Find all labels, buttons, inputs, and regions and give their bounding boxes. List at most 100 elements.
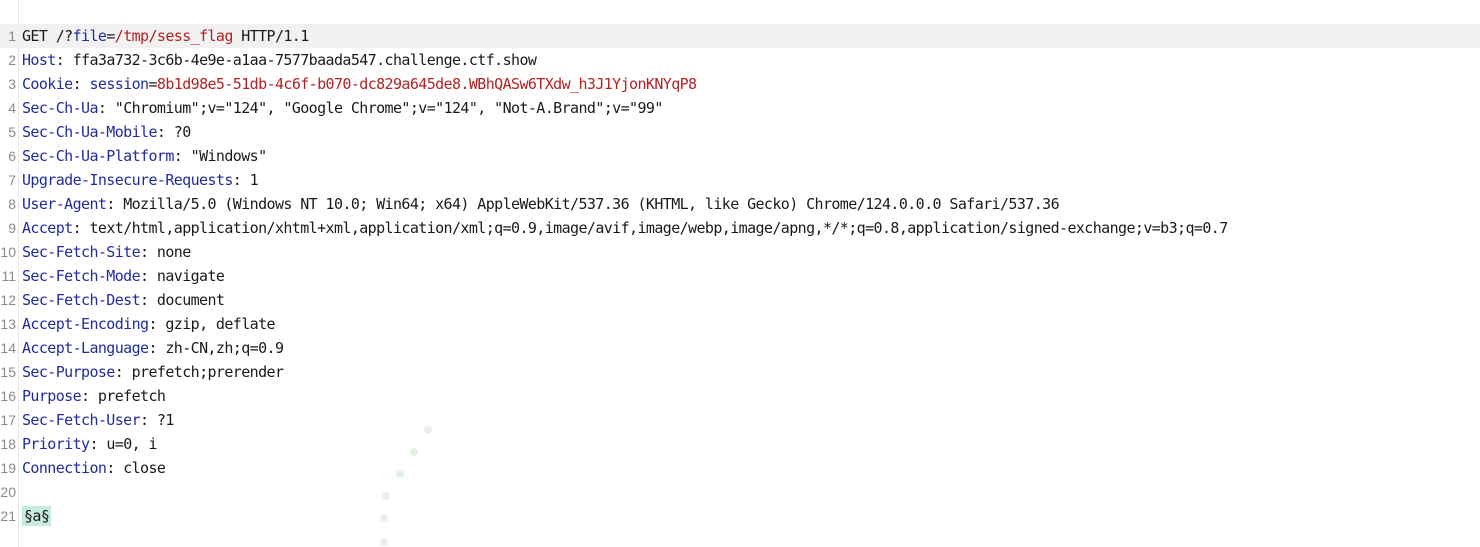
faint-dot: [396, 470, 404, 478]
line-number-text: 5: [8, 124, 16, 140]
request-line[interactable]: 4 Sec-Ch-Ua: "Chromium";v="124", "Google …: [0, 96, 1480, 120]
header-value: navigate: [156, 267, 225, 285]
line-number-text: 14: [0, 340, 16, 356]
line-content[interactable]: §a§: [22, 504, 52, 528]
line-number-text: 10: [0, 244, 16, 260]
line-content[interactable]: Cookie: session=8b1d98e5-51db-4c6f-b070-…: [22, 72, 697, 96]
faint-dot: [380, 514, 388, 522]
request-line[interactable]: 20: [0, 480, 1480, 504]
line-number: 8: [0, 192, 16, 216]
line-content[interactable]: Purpose: prefetch: [22, 384, 166, 408]
line-content[interactable]: Sec-Fetch-Dest: document: [22, 288, 225, 312]
header-separator: :: [72, 75, 90, 93]
line-number: 3: [0, 72, 16, 96]
request-line[interactable]: 3 Cookie: session=8b1d98e5-51db-4c6f-b070…: [0, 72, 1480, 96]
header-separator: :: [140, 291, 157, 309]
line-number-text: 13: [0, 316, 16, 332]
header-separator: :: [140, 411, 157, 429]
request-line[interactable]: 8 User-Agent: Mozilla/5.0 (Windows NT 10.…: [0, 192, 1480, 216]
request-line[interactable]: 9 Accept: text/html,application/xhtml+xml…: [0, 216, 1480, 240]
line-content[interactable]: Accept-Encoding: gzip, deflate: [22, 312, 276, 336]
header-name: Sec-Ch-Ua-Platform: [22, 147, 174, 165]
line-number-text: 16: [0, 388, 16, 404]
header-separator: :: [114, 363, 132, 381]
request-line[interactable]: 19 Connection: close: [0, 456, 1480, 480]
header-name: Sec-Fetch-Mode: [22, 267, 141, 285]
line-number-text: 18: [0, 436, 16, 452]
line-content[interactable]: Sec-Ch-Ua-Platform: "Windows": [22, 144, 267, 168]
line-content[interactable]: Sec-Fetch-User: ?1: [22, 408, 174, 432]
line-number-text: 19: [0, 460, 16, 476]
line-number: 12: [0, 288, 16, 312]
line-number-text: 4: [8, 100, 16, 116]
line-number-text: 15: [0, 364, 16, 380]
header-name: User-Agent: [22, 195, 107, 213]
header-value: GET /?: [22, 27, 73, 45]
request-line[interactable]: 2 Host: ffa3a732-3c6b-4e9e-a1aa-7577baada…: [0, 48, 1480, 72]
line-content[interactable]: Priority: u=0, i: [22, 432, 158, 456]
line-number-text: 1: [8, 28, 16, 44]
request-line[interactable]: 11 Sec-Fetch-Mode: navigate: [0, 264, 1480, 288]
line-number: 17: [0, 408, 16, 432]
request-line[interactable]: 10 Sec-Fetch-Site: none: [0, 240, 1480, 264]
faint-dot: [380, 538, 388, 546]
request-line[interactable]: 16 Purpose: prefetch: [0, 384, 1480, 408]
header-name: Accept-Language: [22, 339, 149, 357]
line-number-text: 2: [8, 52, 16, 68]
header-value: u=0, i: [106, 435, 157, 453]
line-content[interactable]: Sec-Ch-Ua-Mobile: ?0: [22, 120, 191, 144]
line-content[interactable]: Sec-Fetch-Mode: navigate: [22, 264, 225, 288]
payload-position-marker[interactable]: §a§: [22, 506, 52, 526]
line-number: 10: [0, 240, 16, 264]
line-content[interactable]: Upgrade-Insecure-Requests: 1: [22, 168, 259, 192]
line-number: 9: [0, 216, 16, 240]
line-content[interactable]: Sec-Fetch-Site: none: [22, 240, 191, 264]
request-line[interactable]: 14 Accept-Language: zh-CN,zh;q=0.9: [0, 336, 1480, 360]
request-line[interactable]: 21 §a§: [0, 504, 1480, 528]
header-name: Sec-Purpose: [22, 363, 115, 381]
request-line[interactable]: 6 Sec-Ch-Ua-Platform: "Windows": [0, 144, 1480, 168]
request-line[interactable]: 13 Accept-Encoding: gzip, deflate: [0, 312, 1480, 336]
request-line[interactable]: 5 Sec-Ch-Ua-Mobile: ?0: [0, 120, 1480, 144]
request-line[interactable]: 12 Sec-Fetch-Dest: document: [0, 288, 1480, 312]
line-number: 21: [0, 504, 16, 528]
header-value: gzip, deflate: [165, 315, 275, 333]
header-separator: :: [148, 315, 166, 333]
http-request-editor[interactable]: 1 GET /?file=/tmp/sess_flag HTTP/1.1 2 Host…: [0, 0, 1480, 547]
request-line[interactable]: 7 Upgrade-Insecure-Requests: 1: [0, 168, 1480, 192]
line-number-text: 9: [8, 220, 16, 236]
header-value: "Windows": [190, 147, 267, 165]
line-content[interactable]: Accept: text/html,application/xhtml+xml,…: [22, 216, 1228, 240]
header-name: Cookie: [22, 75, 73, 93]
header-value: prefetch;prerender: [131, 363, 284, 381]
header-name: Priority: [22, 435, 90, 453]
line-number-text: 3: [8, 76, 16, 92]
faint-dot: [424, 426, 432, 434]
line-content[interactable]: Connection: close: [22, 456, 166, 480]
line-content[interactable]: Sec-Purpose: prefetch;prerender: [22, 360, 284, 384]
request-line[interactable]: 17 Sec-Fetch-User: ?1: [0, 408, 1480, 432]
line-content[interactable]: Sec-Ch-Ua: "Chromium";v="124", "Google C…: [22, 96, 663, 120]
line-content[interactable]: User-Agent: Mozilla/5.0 (Windows NT 10.0…: [22, 192, 1060, 216]
line-number: 6: [0, 144, 16, 168]
header-name: Sec-Ch-Ua-Mobile: [22, 123, 158, 141]
line-number: 20: [0, 480, 16, 504]
line-content[interactable]: Host: ffa3a732-3c6b-4e9e-a1aa-7577baada5…: [22, 48, 537, 72]
header-separator: :: [106, 195, 124, 213]
request-line[interactable]: 18 Priority: u=0, i: [0, 432, 1480, 456]
line-number-text: 6: [8, 148, 16, 164]
request-line[interactable]: 1 GET /?file=/tmp/sess_flag HTTP/1.1: [0, 24, 1480, 48]
line-content[interactable]: Accept-Language: zh-CN,zh;q=0.9: [22, 336, 284, 360]
line-content[interactable]: GET /?file=/tmp/sess_flag HTTP/1.1: [22, 24, 309, 48]
request-line[interactable]: 15 Sec-Purpose: prefetch;prerender: [0, 360, 1480, 384]
line-number-text: 8: [8, 196, 16, 212]
header-value: =: [148, 75, 157, 93]
parameter-name: file: [72, 27, 107, 45]
header-value: ffa3a732-3c6b-4e9e-a1aa-7577baada547.cha…: [72, 51, 537, 69]
line-number-text: 12: [0, 292, 16, 308]
header-separator: :: [55, 51, 73, 69]
header-value: zh-CN,zh;q=0.9: [165, 339, 284, 357]
header-name: Accept: [22, 219, 73, 237]
line-number: 4: [0, 96, 16, 120]
header-value: prefetch: [97, 387, 166, 405]
